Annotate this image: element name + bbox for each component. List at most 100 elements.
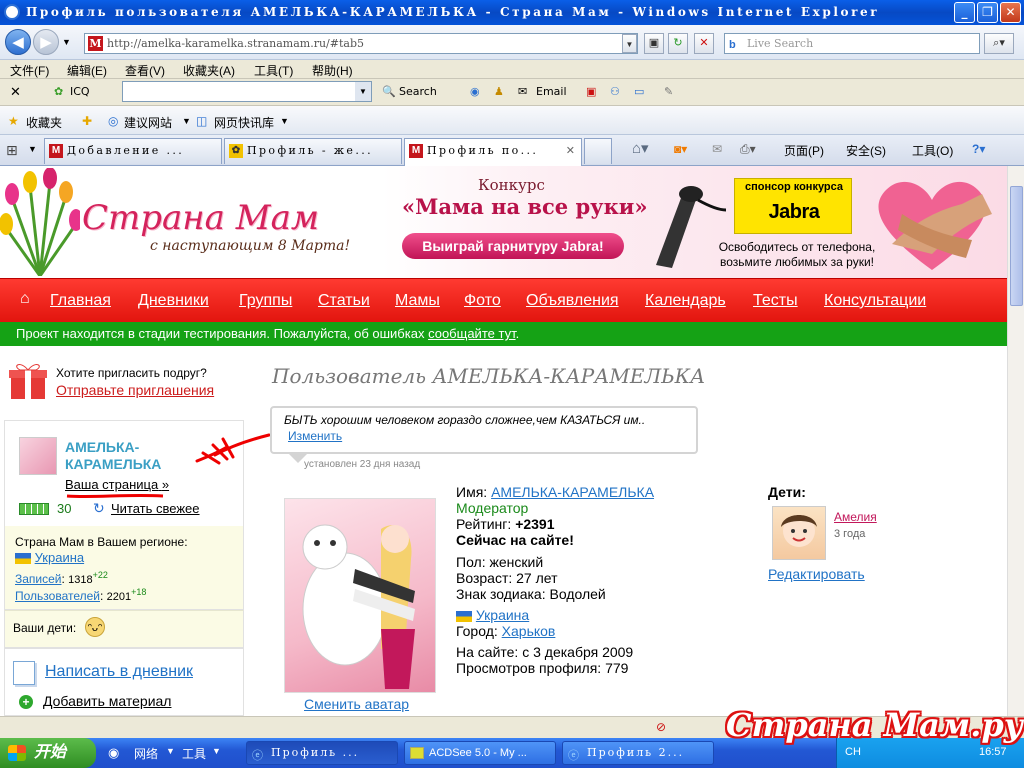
invite-link[interactable]: Отправьте приглашения: [56, 382, 214, 398]
popup-blocker-icon[interactable]: ⊘: [656, 720, 666, 734]
nav-home[interactable]: Главная: [50, 292, 111, 310]
network-icon[interactable]: ◉: [108, 745, 119, 761]
child-name-link[interactable]: Амелия: [834, 510, 877, 524]
country-link[interactable]: Украина: [476, 607, 529, 623]
tab-3[interactable]: M Профиль по... ✕: [404, 138, 582, 166]
status-edit-link[interactable]: Изменить: [288, 429, 342, 443]
toolbar-close-icon[interactable]: ✕: [10, 85, 21, 100]
nav-diaries[interactable]: Дневники: [138, 292, 209, 310]
nav-calendar[interactable]: Календарь: [645, 292, 726, 310]
address-bar[interactable]: M http://amelka-karamelka.stranamam.ru/#…: [84, 33, 638, 54]
minimize-button[interactable]: _: [954, 2, 975, 23]
screen-icon[interactable]: ▭: [634, 85, 644, 98]
home-nav-icon[interactable]: ⌂: [20, 290, 30, 308]
help-icon[interactable]: ?▾: [972, 142, 985, 156]
scroll-thumb[interactable]: [1010, 186, 1023, 306]
nav-moms[interactable]: Мамы: [395, 292, 440, 310]
contest-button[interactable]: Выиграй гарнитуру Jabra!: [402, 233, 624, 259]
quick-tabs-icon[interactable]: ⊞: [6, 142, 18, 159]
refresh-icon[interactable]: ↻: [668, 33, 688, 54]
tools-toolbar-menu[interactable]: 工具: [182, 745, 206, 762]
edit-kids-link[interactable]: Редактировать: [768, 566, 865, 582]
menu-help[interactable]: 帮助(H): [312, 62, 353, 79]
profile-avatar[interactable]: [284, 498, 436, 693]
nav-articles[interactable]: Статьи: [318, 292, 370, 310]
email-button[interactable]: Email: [536, 85, 567, 98]
start-button[interactable]: 开始: [0, 738, 96, 768]
tab-close-icon[interactable]: ✕: [566, 139, 575, 163]
tab-1[interactable]: M Добавление ...: [44, 138, 222, 164]
close-button[interactable]: ✕: [1000, 2, 1021, 23]
url-dropdown-icon[interactable]: ▼: [622, 34, 637, 53]
read-mail-icon[interactable]: ✉: [712, 142, 722, 156]
menu-edit[interactable]: 编辑(E): [67, 62, 107, 79]
task-ie-profile-2[interactable]: ⓔ Профиль 2...: [562, 741, 714, 765]
maximize-button[interactable]: ❐: [977, 2, 998, 23]
menu-view[interactable]: 查看(V): [125, 62, 165, 79]
network-dropdown-icon[interactable]: ▼: [166, 746, 175, 756]
child-photo[interactable]: [772, 506, 826, 560]
back-button[interactable]: ◀: [5, 29, 31, 55]
nav-consultations[interactable]: Консультации: [824, 292, 926, 310]
add-material-link[interactable]: Добавить материал: [43, 693, 171, 709]
nav-groups[interactable]: Группы: [239, 292, 292, 310]
forward-button[interactable]: ▶: [33, 29, 59, 55]
page-menu[interactable]: 页面(P): [784, 142, 824, 159]
person-icon[interactable]: ♟: [494, 85, 504, 98]
favorites-button[interactable]: 收藏夹: [26, 114, 62, 131]
nav-tests[interactable]: Тесты: [753, 292, 798, 310]
network-menu[interactable]: 网络: [134, 745, 158, 762]
search-go-icon[interactable]: ⌕▾: [984, 33, 1014, 54]
web-slice-link[interactable]: 网页快讯库: [214, 114, 274, 131]
nav-ads[interactable]: Объявления: [526, 292, 619, 310]
rss-icon[interactable]: ◙▾: [674, 142, 687, 156]
profile-name-link[interactable]: АМЕЛЬКА-КАРАМЕЛЬКА: [491, 484, 654, 500]
language-indicator[interactable]: CH: [845, 746, 861, 758]
region-link[interactable]: Украина: [35, 550, 85, 565]
vertical-scrollbar[interactable]: [1007, 166, 1024, 716]
suggested-sites-link[interactable]: 建议网站: [124, 114, 172, 131]
tab-2[interactable]: ✿ Профиль - же...: [224, 138, 402, 164]
task-ie-profile[interactable]: ⓔ Профиль ...: [246, 741, 398, 765]
menu-file[interactable]: 文件(F): [10, 62, 49, 79]
sponsor-badge[interactable]: спонсор конкурса Jabra: [734, 178, 852, 234]
read-fresh-link[interactable]: Читать свежее: [111, 501, 200, 516]
tools-menu[interactable]: 工具(O): [912, 142, 953, 159]
tab-list-icon[interactable]: ▼: [28, 144, 37, 154]
menu-tools[interactable]: 工具(T): [254, 62, 293, 79]
home-icon[interactable]: ⌂▾: [632, 139, 649, 157]
print-icon[interactable]: ⎙▾: [740, 142, 756, 157]
calendar-icon[interactable]: ▣: [586, 85, 596, 98]
add-favorite-icon[interactable]: ✚: [82, 114, 92, 128]
toolbar-search-input[interactable]: ▼: [122, 81, 372, 102]
toolbar-search-button[interactable]: Search: [399, 85, 437, 98]
suggested-dropdown-icon[interactable]: ▼: [182, 116, 191, 126]
users-link[interactable]: Пользователей: [15, 589, 100, 603]
child-face-icon[interactable]: ᵔᴗᵔ: [85, 617, 105, 637]
nav-photo[interactable]: Фото: [464, 292, 501, 310]
contest-name[interactable]: «Мама на все руки»: [402, 194, 647, 219]
safety-menu[interactable]: 安全(S): [846, 142, 886, 159]
posts-link[interactable]: Записей: [15, 572, 62, 586]
user-mini-avatar[interactable]: [19, 437, 57, 475]
search-input[interactable]: b Live Search: [724, 33, 980, 54]
your-page-link[interactable]: Ваша страница »: [65, 477, 169, 492]
web-slice-dropdown-icon[interactable]: ▼: [280, 116, 289, 126]
tools-dropdown-icon[interactable]: ▼: [212, 746, 221, 756]
toolbar-dropdown-icon[interactable]: ▼: [355, 82, 371, 101]
icq-button[interactable]: ICQ: [70, 85, 90, 98]
write-diary-link[interactable]: Написать в дневник: [45, 663, 193, 681]
site-logo[interactable]: Страна Мам: [82, 198, 319, 238]
report-link[interactable]: сообщайте тут: [428, 326, 516, 341]
stop-icon[interactable]: ✕: [694, 33, 714, 54]
city-link[interactable]: Харьков: [502, 623, 556, 639]
change-avatar-link[interactable]: Сменить аватар: [304, 696, 409, 712]
history-dropdown-icon[interactable]: ▼: [62, 37, 71, 47]
new-tab-button[interactable]: [584, 138, 612, 164]
gamepad-icon[interactable]: ⚇: [610, 85, 620, 98]
menu-favorites[interactable]: 收藏夹(A): [183, 62, 235, 79]
pin-icon[interactable]: ✎: [664, 85, 673, 98]
compat-icon[interactable]: ▣: [644, 33, 664, 54]
task-acdsee[interactable]: ACDSee 5.0 - My ...: [404, 741, 556, 765]
globe-icon[interactable]: ◉: [470, 85, 480, 98]
